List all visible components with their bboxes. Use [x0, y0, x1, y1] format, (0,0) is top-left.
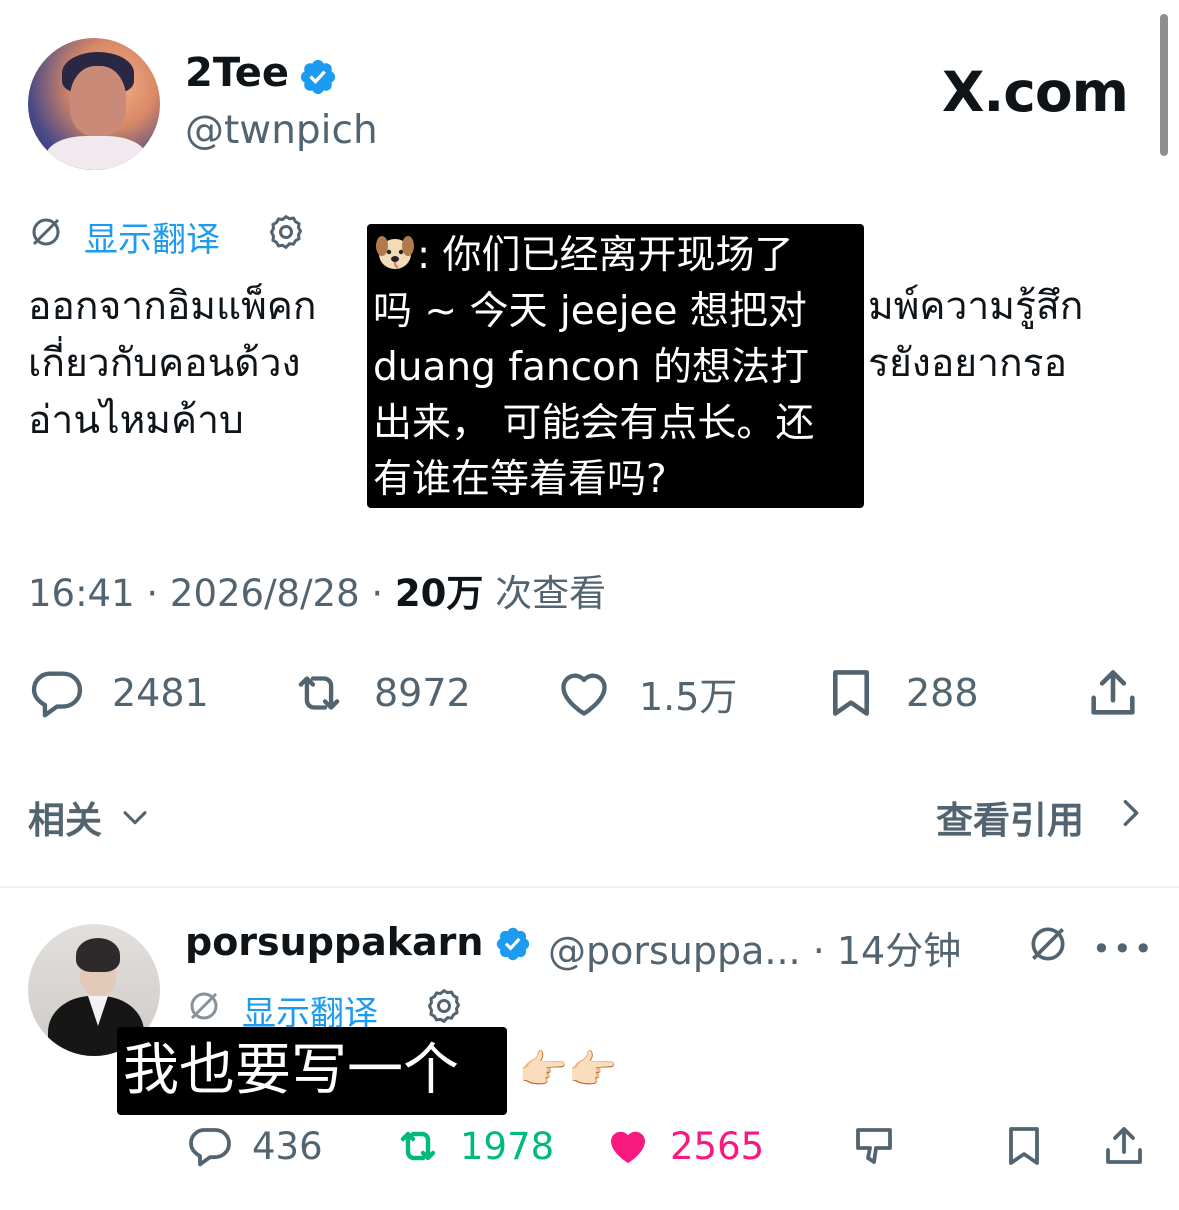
tweet-meta: 16:41 · 2026/8/28 · 20万 次查看 — [28, 563, 606, 617]
tweet-text-line: ออกจากอิมแพ็คก — [28, 284, 317, 329]
author-avatar[interactable] — [28, 38, 160, 170]
caption-line: 有谁在等着看吗? — [373, 457, 667, 502]
like-icon — [561, 673, 607, 716]
chevron-right-icon[interactable] — [1118, 796, 1144, 830]
bookmark-button[interactable]: 288 — [822, 664, 979, 722]
dog-emoji-icon — [376, 236, 414, 269]
reply-count: 2481 — [112, 671, 209, 715]
like-button[interactable]: 2565 — [604, 1122, 764, 1170]
author-name[interactable]: 2Tee — [185, 50, 289, 96]
share-icon[interactable] — [1084, 664, 1142, 722]
no-translate-icon — [190, 992, 218, 1020]
view-label: 次查看 — [483, 572, 607, 615]
reply-button[interactable]: 2481 — [28, 664, 209, 722]
related-toggle[interactable]: 相关 — [28, 790, 102, 844]
like-count: 1.5万 — [639, 674, 738, 719]
show-translation-link[interactable]: 显示翻译 — [84, 212, 220, 261]
author-handle[interactable]: @twnpich — [185, 108, 378, 153]
share-icon[interactable] — [1100, 1122, 1148, 1170]
reply-icon — [31, 671, 83, 718]
divider — [0, 886, 1179, 888]
grok-icon[interactable] — [850, 1122, 898, 1170]
reply-button[interactable]: 436 — [186, 1122, 323, 1170]
caption-line: : 你们已经离开现场了 — [417, 233, 794, 278]
verified-badge-icon — [496, 927, 530, 961]
caption-overlay: : 你们已经离开现场了 吗 ~ 今天 jeejee 想把对 duang fanc… — [367, 224, 864, 508]
more-icon[interactable]: ••• — [1092, 930, 1155, 968]
scrollbar[interactable] — [1160, 14, 1168, 156]
verified-badge-icon — [300, 59, 336, 95]
like-count: 2565 — [670, 1124, 765, 1168]
bookmark-icon[interactable] — [1000, 1122, 1048, 1170]
caption-line: duang fancon 的想法打 — [373, 345, 810, 390]
caption-line: 吗 ~ 今天 jeejee 想把对 — [373, 289, 807, 334]
bookmark-icon — [832, 670, 870, 716]
bookmark-count: 288 — [906, 671, 979, 715]
retweet-icon — [400, 1131, 436, 1161]
like-button[interactable]: 1.5万 — [555, 664, 737, 722]
no-translate-icon[interactable] — [1026, 922, 1070, 966]
like-icon — [611, 1131, 645, 1163]
gear-icon[interactable] — [266, 212, 306, 252]
reply-caption-overlay: 我也要写一个 — [117, 1027, 507, 1115]
tweet-text-line: อ่านไหมค้าบ — [28, 398, 244, 443]
retweet-icon — [298, 676, 340, 710]
caption-line: 出来， 可能会有点长。还 — [373, 401, 815, 446]
tweet-timestamp[interactable]: 16:41 · 2026/8/28 · — [28, 572, 395, 615]
no-translate-icon — [32, 218, 60, 246]
reply-count: 436 — [252, 1124, 323, 1168]
reply-icon — [189, 1128, 231, 1167]
tweet-text-line: มพ์ความรู้สึก — [868, 284, 1084, 329]
gear-icon[interactable] — [424, 986, 464, 1026]
retweet-button[interactable]: 8972 — [290, 664, 471, 722]
view-quotes-link[interactable]: 查看引用 — [936, 790, 1084, 844]
reply-author-name[interactable]: porsuppakarn — [185, 920, 483, 964]
reply-author-handle[interactable]: @porsuppa... · 14分钟 — [548, 920, 961, 975]
retweet-count: 1978 — [460, 1124, 555, 1168]
chevron-down-icon[interactable] — [118, 800, 152, 834]
tweet-text-line: เกี่ยวกับคอนด้วง — [28, 341, 301, 386]
tweet-text-line: รยังอยากรอ — [868, 341, 1067, 386]
retweet-count: 8972 — [374, 671, 471, 715]
retweet-button[interactable]: 1978 — [394, 1122, 554, 1170]
view-count: 20万 — [394, 572, 484, 615]
pointing-hands-emoji: 👉🏻👉🏻 — [518, 1047, 618, 1093]
site-logo: X.com — [942, 60, 1129, 124]
